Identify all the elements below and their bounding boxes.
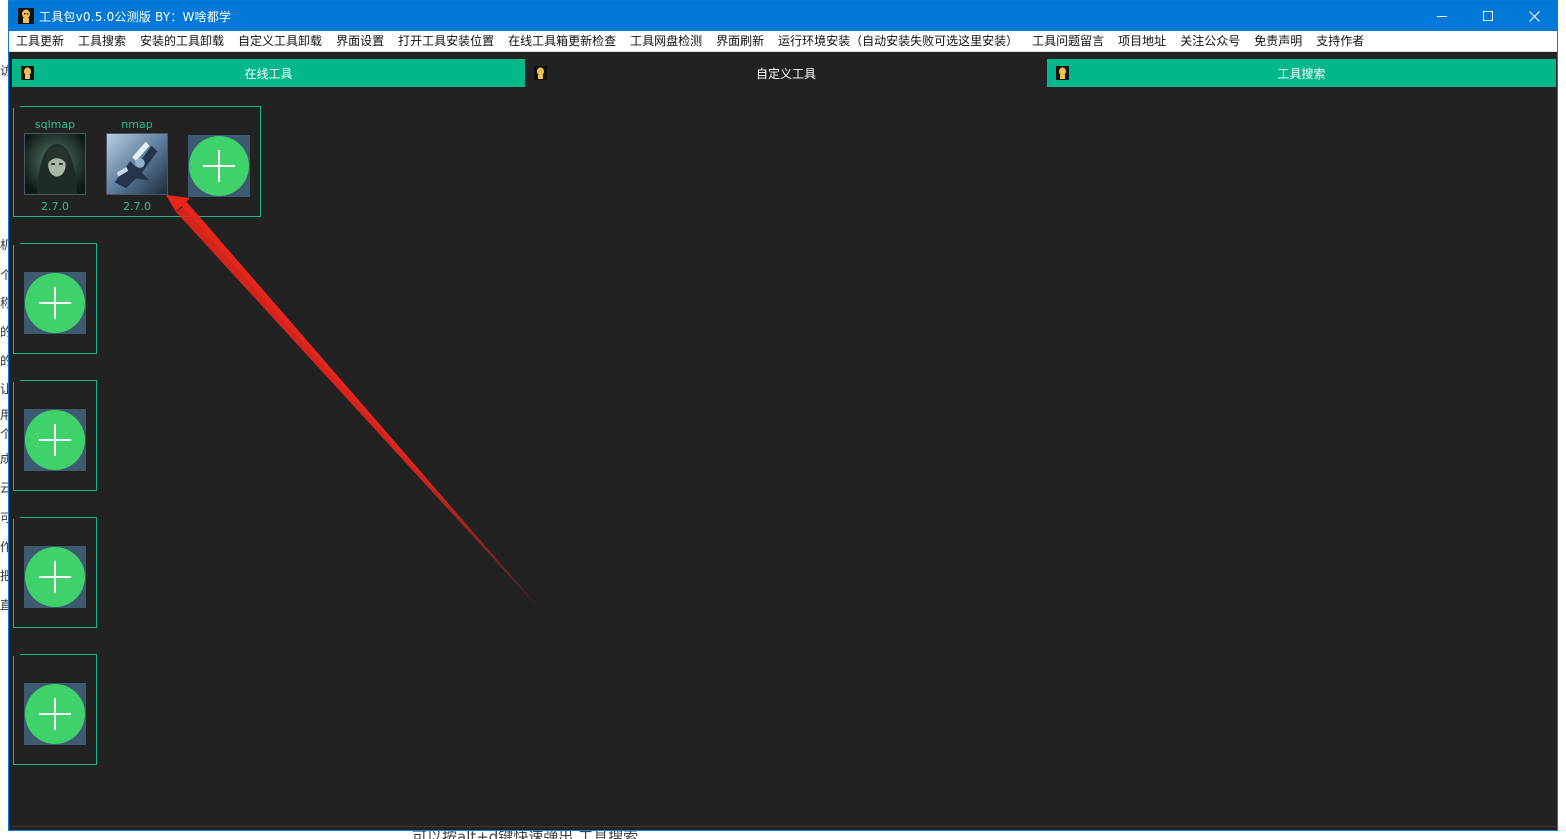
window-title: 工具包v0.5.0公测版 BY：W啥都学 bbox=[39, 9, 232, 24]
menu-tool-search[interactable]: 工具搜索 bbox=[71, 31, 133, 52]
menu-ui-settings[interactable]: 界面设置 bbox=[329, 31, 391, 52]
tool-card-sqlmap[interactable]: sqlmap 2.7.0 bbox=[24, 117, 86, 214]
tool-name: sqlmap bbox=[34, 118, 76, 131]
menu-project-url[interactable]: 项目地址 bbox=[1111, 31, 1173, 52]
plus-icon bbox=[25, 547, 85, 607]
custom-tools-panel: sqlmap 2.7.0 nmap 2.7.0 bbox=[12, 87, 1556, 827]
tool-group bbox=[13, 517, 97, 628]
menu-netdisk-check[interactable]: 工具网盘检测 bbox=[623, 31, 709, 52]
menu-runtime-install[interactable]: 运行环境安装（自动安装失败可选这里安装） bbox=[771, 31, 1025, 52]
minimize-icon bbox=[1436, 15, 1447, 17]
tab-label: 工具搜索 bbox=[1277, 66, 1326, 81]
plus-icon bbox=[25, 684, 85, 744]
menu-disclaimer[interactable]: 免责声明 bbox=[1247, 31, 1309, 52]
plus-icon bbox=[25, 273, 85, 333]
maximize-icon bbox=[1482, 10, 1493, 21]
menu-bar: 工具更新 工具搜索 安装的工具卸载 自定义工具卸载 界面设置 打开工具安装位置 … bbox=[9, 31, 1557, 52]
tool-group bbox=[13, 243, 97, 354]
add-tool-button[interactable] bbox=[24, 546, 86, 608]
tool-name: nmap bbox=[121, 118, 153, 131]
tab-custom-tools[interactable]: 自定义工具 bbox=[525, 59, 1047, 87]
menu-check-updates[interactable]: 在线工具箱更新检查 bbox=[501, 31, 623, 52]
app-window: 工具包v0.5.0公测版 BY：W啥都学 工具更新 工具搜索 安装的工具卸载 自… bbox=[8, 0, 1558, 831]
tool-group bbox=[13, 654, 97, 765]
app-logo-icon bbox=[1056, 66, 1069, 80]
add-tool-button[interactable] bbox=[24, 272, 86, 334]
tab-bar: 在线工具 自定义工具 工具搜索 bbox=[12, 59, 1556, 87]
tab-label: 自定义工具 bbox=[755, 66, 816, 81]
app-logo-icon bbox=[534, 66, 547, 80]
menu-open-install-location[interactable]: 打开工具安装位置 bbox=[391, 31, 501, 52]
close-button[interactable] bbox=[1511, 1, 1557, 31]
menu-uninstall-installed[interactable]: 安装的工具卸载 bbox=[133, 31, 231, 52]
tab-label: 在线工具 bbox=[244, 66, 293, 81]
tab-tool-search[interactable]: 工具搜索 bbox=[1047, 59, 1556, 87]
title-bar[interactable]: 工具包v0.5.0公测版 BY：W啥都学 bbox=[9, 1, 1557, 31]
plus-icon bbox=[25, 410, 85, 470]
menu-uninstall-custom[interactable]: 自定义工具卸载 bbox=[231, 31, 329, 52]
menu-refresh[interactable]: 界面刷新 bbox=[709, 31, 771, 52]
menu-support-author[interactable]: 支持作者 bbox=[1309, 31, 1371, 52]
plus-icon bbox=[189, 136, 249, 196]
minimize-button[interactable] bbox=[1419, 1, 1465, 31]
tool-version: 2.7.0 bbox=[123, 200, 151, 213]
tab-online-tools[interactable]: 在线工具 bbox=[12, 59, 525, 87]
app-logo-icon bbox=[21, 66, 34, 80]
tool-group bbox=[13, 380, 97, 491]
mech-warrior-image bbox=[106, 133, 168, 195]
tool-version: 2.7.0 bbox=[41, 200, 69, 213]
tool-card-nmap[interactable]: nmap 2.7.0 bbox=[106, 117, 168, 214]
close-icon bbox=[1528, 10, 1540, 22]
menu-tool-update[interactable]: 工具更新 bbox=[9, 31, 71, 52]
app-logo-icon bbox=[18, 8, 34, 24]
add-tool-button[interactable] bbox=[188, 135, 250, 197]
maximize-button[interactable] bbox=[1465, 1, 1511, 31]
menu-feedback[interactable]: 工具问题留言 bbox=[1025, 31, 1111, 52]
hooded-figure-image bbox=[24, 133, 86, 195]
menu-follow-account[interactable]: 关注公众号 bbox=[1173, 31, 1247, 52]
add-tool-button[interactable] bbox=[24, 683, 86, 745]
add-tool-button[interactable] bbox=[24, 409, 86, 471]
tool-group: sqlmap 2.7.0 nmap 2.7.0 bbox=[13, 106, 261, 217]
